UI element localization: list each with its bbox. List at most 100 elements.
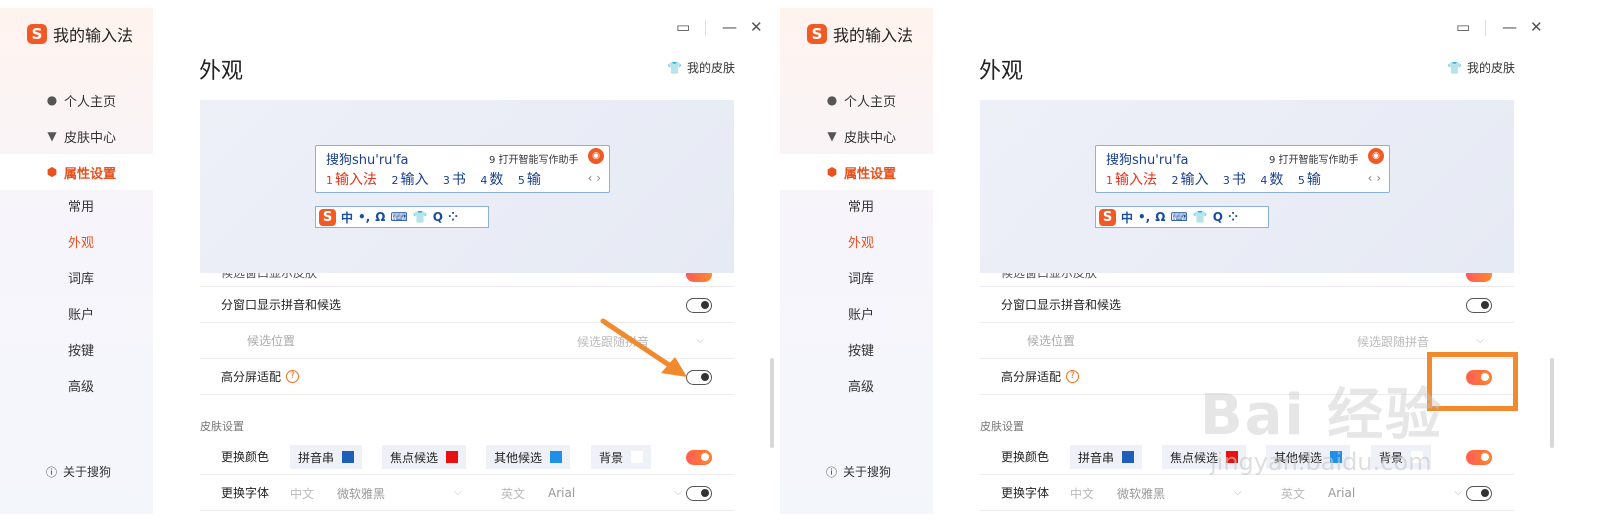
row-label: 候选位置 [247, 334, 296, 348]
my-skin-link[interactable]: 👕 我的皮肤 [1447, 59, 1515, 76]
sidebar: S 我的输入法 ● 个人主页 ▼ 皮肤中心 ⬢ 属性设置 常用 外观 词库 账户 按键… [780, 8, 933, 514]
row-change-font: 更换字体 中文 微软雅黑 ⌵ 英文 Arial ⌵ [980, 475, 1514, 511]
subnav-keys[interactable]: 按键 [0, 334, 153, 370]
subnav-common[interactable]: 常用 [780, 190, 933, 226]
chinese-mode-icon: 中 [341, 210, 354, 225]
row-label: 更换颜色 [221, 450, 270, 464]
candidate-word: 输入法 [335, 172, 377, 188]
ime-status-bar: S 中 •, Ω ⌨ 👕 Q ⁘ [315, 206, 489, 228]
feedback-icon[interactable]: ▭ [676, 18, 690, 36]
row-label: 高分屏适配 [1001, 370, 1062, 384]
my-skin-label: 我的皮肤 [1466, 61, 1515, 75]
font-cn-select[interactable]: 微软雅黑 [337, 475, 385, 511]
font-en-select[interactable]: Arial [1328, 475, 1355, 511]
color-chip-pinyin[interactable]: 拼音串 [1070, 445, 1143, 469]
close-icon[interactable]: ✕ [750, 18, 763, 36]
sogou-logo-icon: S [27, 24, 47, 44]
skin-icon: 👕 [412, 210, 428, 224]
color-swatch [446, 451, 459, 463]
help-icon[interactable]: ? [286, 370, 300, 383]
candidate-list: 1 输入法 2 输入 3书 4数 5输 [326, 169, 551, 189]
scrollbar[interactable] [1550, 358, 1554, 448]
partial-row: 候选窗口显示皮肤 [980, 273, 1514, 287]
annotation-arrow [600, 318, 687, 377]
subnav-dictionary[interactable]: 词库 [0, 262, 153, 298]
subnav-appearance[interactable]: 外观 [780, 226, 933, 262]
subnav-advanced[interactable]: 高级 [780, 370, 933, 406]
chevron-down-icon: ⌵ [1454, 487, 1462, 498]
font-en-select[interactable]: Arial [548, 475, 575, 511]
chip-label: 其他候选 [494, 450, 543, 465]
split-window-toggle[interactable] [686, 298, 712, 313]
partial-row: 候选窗口显示皮肤 [200, 273, 734, 287]
about-sogou[interactable]: ⓘ 关于搜狗 [46, 463, 111, 480]
candidate-word: 书 [1231, 172, 1246, 188]
nav-skin-center[interactable]: ▼ 皮肤中心 [780, 118, 933, 154]
scrollbar[interactable] [770, 358, 774, 448]
subnav-common[interactable]: 常用 [0, 190, 153, 226]
chinese-mode-icon: 中 [1121, 210, 1134, 225]
candidate-index: 1 [326, 174, 333, 187]
nav-profile[interactable]: ● 个人主页 [0, 82, 153, 118]
about-sogou[interactable]: ⓘ 关于搜狗 [826, 463, 891, 480]
candidate-position-select[interactable]: 候选跟随拼音 [1357, 323, 1429, 359]
subnav-appearance[interactable]: 外观 [0, 226, 153, 262]
subnav-dictionary[interactable]: 词库 [780, 262, 933, 298]
row-label: 更换颜色 [1001, 450, 1050, 464]
candidate-index: 2 [1171, 174, 1179, 187]
candidate-index: 3 [1222, 174, 1230, 187]
nav-settings[interactable]: ⬢ 属性设置 [0, 154, 153, 190]
row-label: 高分屏适配 [221, 370, 282, 384]
font-en-label: 英文 [1281, 486, 1306, 501]
color-chip-background[interactable]: 背景 [591, 445, 652, 469]
font-cn-select[interactable]: 微软雅黑 [1117, 475, 1165, 511]
settings-list: 候选窗口显示皮肤 分窗口显示拼音和候选 候选位置 候选跟随拼音 ⌵ 高分屏适配?… [200, 273, 734, 514]
split-window-toggle[interactable] [1466, 298, 1492, 313]
color-chip-pinyin[interactable]: 拼音串 [290, 445, 363, 469]
my-skin-link[interactable]: 👕 我的皮肤 [667, 59, 735, 76]
subnav-advanced[interactable]: 高级 [0, 370, 153, 406]
punctuation-icon: •, [358, 210, 371, 224]
section-skin-settings: 皮肤设置 [200, 420, 244, 433]
nav-settings[interactable]: ⬢ 属性设置 [780, 154, 933, 190]
font-cn-label: 中文 [290, 486, 315, 501]
page-arrows-icon: ‹ › [1367, 171, 1381, 185]
gear-icon: ⬢ [46, 165, 58, 179]
ime-status-bar: S 中 •, Ω ⌨ 👕 Q ⁘ [1095, 206, 1269, 228]
font-en-label: 英文 [501, 486, 526, 501]
candidate-window: 搜狗shu'ru'fa 9 打开智能写作助手 ◉ 1 输入法 2 输入 3书 4数 … [315, 145, 610, 193]
color-chip-focus[interactable]: 焦点候选 [382, 445, 467, 469]
chevron-down-icon: ⌵ [1234, 487, 1242, 498]
toolbox-icon: ⁘ [1227, 210, 1238, 224]
nav-profile[interactable]: ● 个人主页 [780, 82, 933, 118]
row-label: 分窗口显示拼音和候选 [1001, 298, 1122, 312]
change-font-toggle[interactable] [1466, 486, 1492, 501]
minimize-icon[interactable]: — [1502, 18, 1517, 36]
subnav-account[interactable]: 账户 [780, 298, 933, 334]
partial-toggle[interactable] [686, 273, 712, 282]
color-chip-other[interactable]: 其他候选 [486, 445, 571, 469]
row-label: 更换字体 [221, 486, 270, 500]
chip-label: 焦点候选 [390, 450, 439, 465]
nav-label: 皮肤中心 [64, 130, 117, 146]
close-icon[interactable]: ✕ [1530, 18, 1543, 36]
help-icon[interactable]: ? [1066, 370, 1080, 383]
nav-skin-center[interactable]: ▼ 皮肤中心 [0, 118, 153, 154]
candidate-index: 3 [442, 174, 450, 187]
minimize-icon[interactable]: — [722, 18, 737, 36]
change-color-toggle[interactable] [686, 450, 712, 465]
change-font-toggle[interactable] [686, 486, 712, 501]
feedback-icon[interactable]: ▭ [1456, 18, 1470, 36]
writing-assistant-hint: 9 打开智能写作助手 [489, 155, 579, 166]
partial-toggle[interactable] [1466, 273, 1492, 282]
search-icon: Q [1212, 210, 1223, 224]
sogou-logo-icon: S [1099, 208, 1116, 226]
candidate-window: 搜狗shu'ru'fa 9 打开智能写作助手 ◉ 1 输入法 2 输入 3书 4数 … [1095, 145, 1390, 193]
subnav-account[interactable]: 账户 [0, 298, 153, 334]
user-icon: ● [826, 93, 838, 107]
subnav-keys[interactable]: 按键 [780, 334, 933, 370]
candidate-word: 输入 [1180, 172, 1209, 188]
change-color-toggle[interactable] [1466, 450, 1492, 465]
symbol-icon: Ω [1155, 210, 1166, 224]
app-title: 我的输入法 [833, 26, 914, 45]
